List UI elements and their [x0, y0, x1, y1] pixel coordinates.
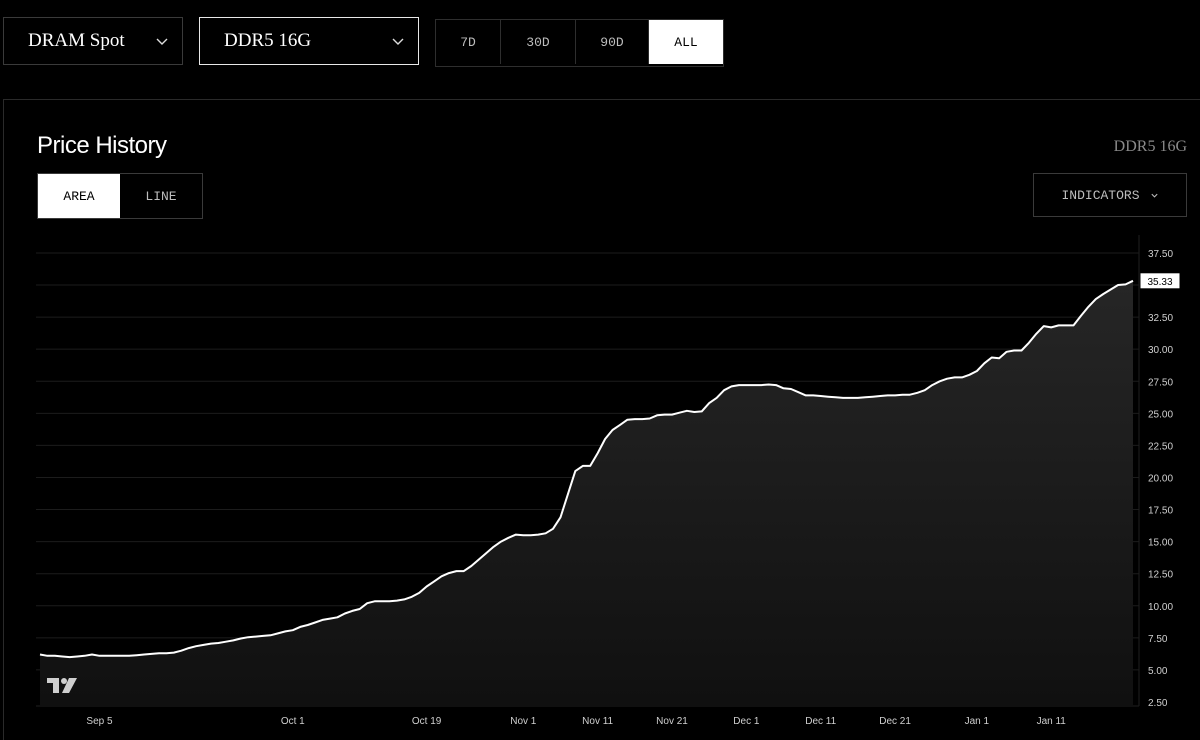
x-tick-label: Sep 5 — [86, 716, 113, 727]
y-tick-label: 27.50 — [1148, 377, 1173, 388]
y-tick-label: 20.00 — [1148, 473, 1173, 484]
y-tick-label: 22.50 — [1148, 441, 1173, 452]
x-tick-label: Jan 11 — [1037, 716, 1067, 727]
area-fill — [40, 280, 1133, 705]
y-tick-label: 10.00 — [1148, 602, 1173, 613]
x-tick-label: Nov 1 — [510, 716, 537, 727]
last-value-badge: 35.33 — [1139, 272, 1181, 290]
y-tick-label: 37.50 — [1148, 249, 1173, 260]
y-tick-label: 30.00 — [1148, 345, 1173, 356]
x-axis-labels: Sep 5 Oct 1 Oct 19 Nov 1 Nov 11 Nov 21 Dec 1 De… — [86, 716, 1066, 727]
price-chart[interactable]: 2.50 5.00 7.50 10.00 12.50 15.00 17.50 20.00 22.… — [0, 0, 1200, 737]
y-tick-label: 17.50 — [1148, 506, 1173, 517]
y-tick-label: 25.00 — [1148, 409, 1173, 420]
y-tick-label: 5.00 — [1148, 666, 1168, 677]
y-tick-label: 7.50 — [1148, 634, 1168, 645]
x-tick-label: Dec 11 — [805, 716, 836, 727]
last-value-text: 35.33 — [1147, 277, 1172, 288]
y-tick-label: 32.50 — [1148, 313, 1173, 324]
y-tick-label: 2.50 — [1148, 698, 1168, 709]
x-tick-label: Dec 1 — [733, 716, 760, 727]
x-tick-label: Nov 21 — [656, 716, 688, 727]
x-tick-label: Jan 1 — [965, 716, 990, 727]
x-tick-label: Oct 19 — [412, 716, 442, 727]
y-axis-labels: 2.50 5.00 7.50 10.00 12.50 15.00 17.50 20.00 22.… — [1148, 249, 1173, 709]
y-tick-label: 12.50 — [1148, 570, 1173, 581]
x-tick-label: Oct 1 — [281, 716, 305, 727]
price-area — [40, 280, 1133, 705]
y-tick-label: 15.00 — [1148, 538, 1173, 549]
x-tick-label: Nov 11 — [582, 716, 613, 727]
x-tick-label: Dec 21 — [879, 716, 911, 727]
